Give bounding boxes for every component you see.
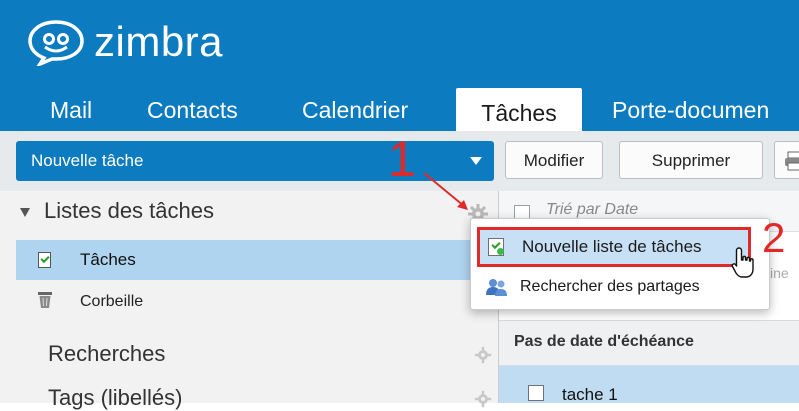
tags-header[interactable]: Tags (libellés): [48, 385, 183, 411]
tab-contacts[interactable]: Contacts: [147, 89, 238, 131]
zimbra-logo[interactable]: zimbra: [26, 14, 223, 70]
delete-button[interactable]: Supprimer: [619, 141, 763, 179]
tab-briefcase[interactable]: Porte-documen: [612, 89, 769, 131]
menu-item-label: Nouvelle liste de tâches: [522, 237, 702, 256]
gear-icon[interactable]: [474, 346, 492, 364]
tab-calendar[interactable]: Calendrier: [302, 89, 408, 131]
sidebar-item-tasks[interactable]: Tâches: [16, 240, 498, 280]
menu-item-new-task-list[interactable]: Nouvelle liste de tâches: [477, 227, 751, 267]
brand-name: zimbra: [94, 18, 224, 65]
menu-item-find-shares[interactable]: Rechercher des partages: [486, 272, 756, 304]
chevron-down-icon[interactable]: [470, 157, 482, 165]
tab-tasks[interactable]: Tâches: [456, 88, 582, 132]
sidebar-item-label: Tâches: [80, 250, 136, 269]
new-task-label: Nouvelle tâche: [31, 151, 144, 170]
zimbra-logo-icon: [28, 20, 84, 66]
tasklists-header[interactable]: Listes des tâches: [20, 198, 214, 224]
sort-label[interactable]: Trié par Date: [546, 201, 638, 219]
group-header-label: Pas de date d'échéance: [514, 333, 694, 350]
trash-icon: [38, 292, 52, 308]
print-button[interactable]: [774, 141, 799, 179]
annotation-step-2: 2: [762, 214, 786, 261]
table-row[interactable]: [499, 366, 799, 403]
gear-icon[interactable]: [474, 390, 492, 408]
print-icon: [785, 151, 799, 171]
searches-header[interactable]: Recherches: [48, 341, 165, 367]
tasklists-header-label: Listes des tâches: [44, 198, 214, 223]
partial-label: ine: [770, 265, 789, 281]
hand-cursor-icon: [731, 247, 754, 278]
task-title[interactable]: tache 1: [562, 385, 618, 405]
edit-button[interactable]: Modifier: [505, 141, 603, 179]
sidebar-item-trash[interactable]: Corbeille: [16, 284, 316, 320]
sidebar-item-label: Corbeille: [80, 293, 144, 310]
find-shares-icon: [486, 279, 507, 296]
tab-mail[interactable]: Mail: [50, 89, 92, 131]
annotation-step-1: 1: [388, 131, 416, 187]
new-task-list-icon: [488, 238, 504, 256]
task-list-icon: [38, 252, 51, 268]
collapse-arrow-icon[interactable]: [20, 207, 30, 217]
menu-item-label: Rechercher des partages: [520, 278, 700, 295]
task-checkbox[interactable]: [528, 385, 544, 401]
annotation-arrow-icon: [423, 172, 468, 210]
